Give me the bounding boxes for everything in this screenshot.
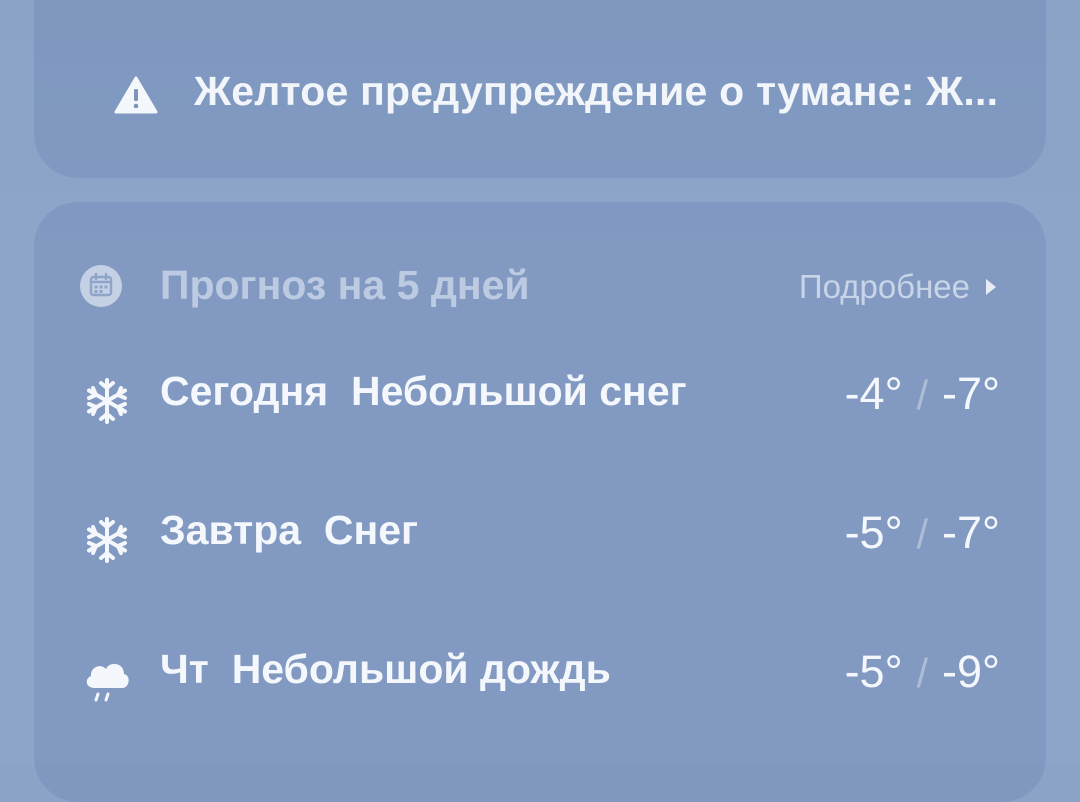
temp-separator: / xyxy=(916,511,928,557)
forecast-condition: Снег xyxy=(323,507,419,553)
rain-cloud-icon xyxy=(86,663,129,702)
forecast-row-today[interactable]: Сегодня Небольшой снег -4° / -7° xyxy=(0,368,1080,428)
fog-warning-text: Желтое предупреждение о тумане: Ж... xyxy=(194,68,999,114)
low-temp: -7° xyxy=(941,368,1000,419)
low-temp: -7° xyxy=(941,507,1000,558)
forecast-day-label: Сегодня xyxy=(160,368,329,414)
chevron-right-icon xyxy=(986,279,996,295)
temp-separator: / xyxy=(916,650,928,696)
forecast-row-thursday[interactable]: Чт Небольшой дождь -5° / -9° xyxy=(0,646,1080,706)
forecast-row-tomorrow[interactable]: Завтра Снег -5° / -7° xyxy=(0,507,1080,567)
high-temp: -5° xyxy=(844,507,903,558)
fog-warning-card[interactable]: Желтое предупреждение о тумане: Ж... xyxy=(34,0,1046,178)
forecast-day-label: Чт xyxy=(160,646,209,692)
forecast-temps: -5° / -9° xyxy=(845,646,1000,698)
snowflake-icon xyxy=(87,378,127,424)
forecast-temps: -4° / -7° xyxy=(845,368,1000,420)
more-label: Подробнее xyxy=(798,268,970,305)
forecast-condition: Небольшой дождь xyxy=(231,646,611,692)
temp-separator: / xyxy=(916,372,928,418)
forecast-more-link[interactable]: Подробнее xyxy=(799,268,996,306)
forecast-condition: Небольшой снег xyxy=(350,368,687,414)
warning-icon xyxy=(114,76,158,114)
forecast-temps: -5° / -7° xyxy=(845,507,1000,559)
calendar-icon xyxy=(80,265,122,307)
forecast-title: Прогноз на 5 дней xyxy=(160,262,530,308)
forecast-day-label: Завтра xyxy=(160,507,302,553)
high-temp: -4° xyxy=(844,368,903,419)
low-temp: -9° xyxy=(941,646,1000,697)
high-temp: -5° xyxy=(844,646,903,697)
snowflake-icon xyxy=(87,517,127,563)
